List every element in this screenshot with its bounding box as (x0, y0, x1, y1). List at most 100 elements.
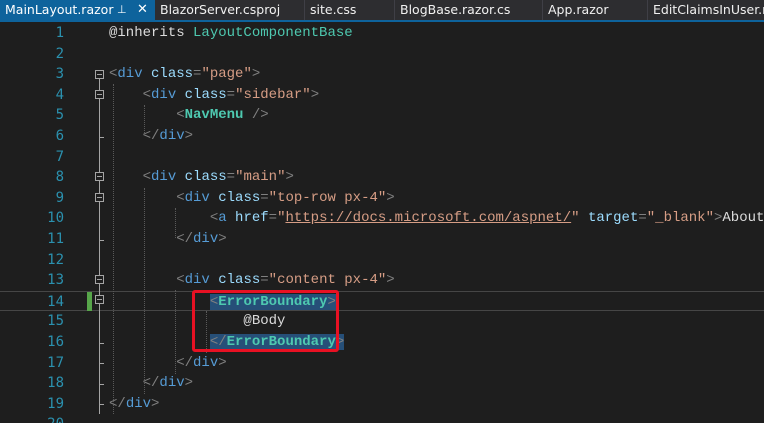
pin-icon[interactable]: ⊥ (117, 0, 127, 20)
code-token: = (638, 210, 647, 227)
code-token: "sidebar" (235, 86, 311, 103)
code-token: > (184, 128, 194, 144)
tab-editclaimsinuser-razor[interactable]: EditClaimsInUser.razor (648, 0, 764, 20)
code-token: </ (142, 375, 160, 392)
tab-label: MainLayout.razor (5, 2, 114, 17)
code-line[interactable]: 3 <div class="page"> (0, 64, 764, 85)
code-token: </ (176, 231, 194, 247)
code-line[interactable]: 1 @inherits LayoutComponentBase (0, 23, 764, 44)
fold-end (99, 137, 104, 138)
indent-guide (175, 208, 176, 238)
tab-label: BlogBase.razor.cs (400, 2, 511, 17)
code-line[interactable]: 20 (0, 414, 764, 423)
code-token: "page" (201, 66, 252, 83)
code-line[interactable]: 15 @Body (0, 311, 764, 332)
line-number: 7 (55, 148, 64, 165)
change-marker (87, 292, 92, 311)
code-token: div (184, 189, 210, 206)
code-text: <div class="content px-4"> (109, 270, 394, 291)
code-text: <a href="https://docs.microsoft.com/aspn… (109, 208, 764, 229)
code-line[interactable]: 12 (0, 250, 764, 271)
line-number: 11 (47, 231, 64, 247)
fold-end (99, 384, 104, 385)
line-number: 13 (47, 272, 64, 289)
code-line[interactable]: 16 </ErrorBoundary> (0, 332, 764, 353)
code-token: = (226, 86, 236, 103)
line-number: 9 (55, 189, 64, 206)
code-line[interactable]: 11 </div> (0, 229, 764, 250)
code-line[interactable]: 6 </div> (0, 126, 764, 147)
code-line[interactable]: 18 </div> (0, 373, 764, 394)
fold-line (99, 304, 100, 414)
code-line[interactable]: 5 <NavMenu /> (0, 105, 764, 126)
code-token: div (184, 272, 210, 289)
code-token: a (218, 210, 227, 227)
code-token: "_blank" (646, 210, 714, 227)
collapse-icon[interactable] (95, 70, 104, 79)
collapse-icon[interactable] (95, 172, 104, 181)
collapse-icon[interactable] (95, 275, 104, 284)
code-token: > (218, 354, 227, 371)
code-token: target (587, 210, 639, 227)
collapse-icon[interactable] (95, 295, 104, 304)
code-text: @inherits LayoutComponentBase (109, 23, 353, 44)
code-token: < (209, 210, 219, 227)
code-text: <NavMenu /> (109, 105, 269, 126)
code-line[interactable]: 14 <ErrorBoundary> (0, 290, 764, 312)
code-line[interactable]: 8 <div class="main"> (0, 167, 764, 188)
code-token: > (386, 189, 395, 206)
indent-guide (144, 188, 145, 394)
code-token: /> (251, 107, 269, 124)
code-line[interactable]: 9 <div class="top-row px-4"> (0, 188, 764, 209)
collapse-icon[interactable] (95, 193, 104, 202)
code-token: " (571, 210, 580, 227)
line-number: 1 (55, 25, 64, 41)
code-token: class (218, 272, 261, 289)
document-tab-bar: MainLayout.razor ⊥ ✕ BlazorServer.csproj… (0, 0, 764, 22)
code-token: NavMenu (184, 107, 244, 124)
tab-mainlayout-razor[interactable]: MainLayout.razor ⊥ ✕ (0, 0, 155, 22)
code-line[interactable]: 4 <div class="sidebar"> (0, 85, 764, 106)
line-number: 18 (47, 375, 64, 392)
tab-blogbase-razor-cs[interactable]: BlogBase.razor.cs (395, 0, 543, 20)
code-token: < (176, 107, 185, 124)
code-line[interactable]: 19 </div> (0, 394, 764, 415)
line-number: 17 (47, 354, 64, 371)
collapse-icon[interactable] (95, 90, 104, 99)
tab-app-razor[interactable]: App.razor (543, 0, 648, 20)
close-icon[interactable]: ✕ (137, 0, 148, 20)
tab-label: EditClaimsInUser.razor (653, 2, 764, 17)
line-number: 16 (47, 334, 64, 350)
code-token: div (151, 86, 177, 103)
code-line[interactable]: 17 </div> (0, 353, 764, 374)
tab-label: BlazorServer.csproj (160, 2, 281, 17)
tab-label: site.css (310, 2, 357, 17)
code-line[interactable]: 7 (0, 147, 764, 168)
tab-site-css[interactable]: site.css (305, 0, 395, 20)
code-token: < (142, 169, 152, 186)
code-editor[interactable]: 2019</div>18 </div>17 </div>16 </ErrorBo… (0, 22, 764, 423)
code-token: "top-row px-4" (268, 189, 387, 206)
code-line[interactable]: 10 <a href="https://docs.microsoft.com/a… (0, 208, 764, 229)
code-line[interactable]: 13 <div class="content px-4"> (0, 270, 764, 291)
code-line[interactable]: 2 (0, 44, 764, 65)
line-number: 10 (47, 210, 64, 227)
line-number: 5 (55, 107, 64, 124)
fold-line (99, 181, 100, 193)
code-token: </ (176, 354, 194, 371)
code-text: <div class="main"> (109, 167, 294, 188)
fold-end (99, 343, 104, 344)
tab-blazorserver-csproj[interactable]: BlazorServer.csproj (155, 0, 305, 20)
